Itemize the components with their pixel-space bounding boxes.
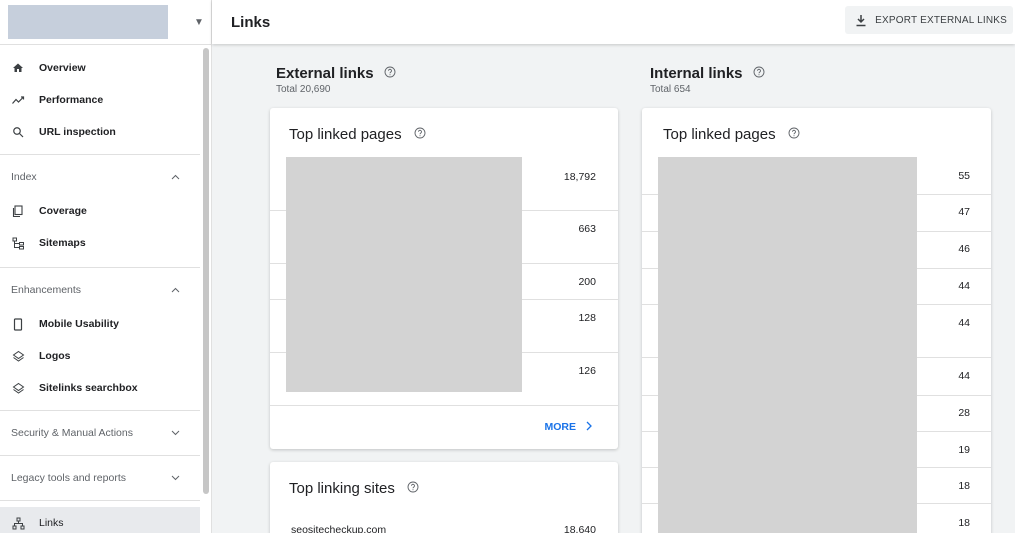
- sidebar: ▼ Overview Performance URL inspection In…: [0, 0, 212, 533]
- sidebar-item-performance[interactable]: Performance: [0, 84, 200, 116]
- link-count: 55: [958, 170, 970, 182]
- more-button[interactable]: MORE: [545, 419, 593, 434]
- property-selector[interactable]: ▼: [0, 0, 211, 45]
- sidebar-item-label: Links: [39, 517, 64, 529]
- export-label: EXPORT EXTERNAL LINKS: [875, 14, 1007, 26]
- help-icon[interactable]: [407, 480, 419, 497]
- section-security-toggle[interactable]: Security & Manual Actions: [0, 411, 200, 455]
- chevron-right-icon: [586, 419, 592, 434]
- phone-icon: [11, 317, 25, 331]
- link-count: 44: [958, 317, 970, 329]
- help-icon[interactable]: [753, 65, 765, 82]
- help-icon[interactable]: [414, 126, 426, 143]
- section-enhancements-toggle[interactable]: Enhancements: [0, 268, 200, 312]
- link-count: 18,792: [563, 171, 596, 183]
- link-count: 18: [958, 517, 970, 529]
- sidebar-scrollbar[interactable]: [203, 48, 209, 494]
- link-count: 28: [958, 407, 970, 419]
- sidebar-item-links[interactable]: Links: [0, 507, 200, 533]
- layers-icon: [11, 349, 25, 363]
- internal-links-title: Internal links: [650, 65, 743, 82]
- section-heading: Index: [11, 171, 37, 183]
- link-count: 44: [958, 280, 970, 292]
- section-heading: Enhancements: [11, 284, 82, 296]
- external-links-total: Total 20,690: [276, 84, 331, 95]
- export-external-links-button[interactable]: EXPORT EXTERNAL LINKS: [845, 6, 1013, 34]
- sidebar-item-label: URL inspection: [39, 126, 116, 138]
- link-count: 663: [578, 223, 596, 235]
- chevron-up-icon: [171, 171, 180, 183]
- top-bar: Links EXPORT EXTERNAL LINKS: [212, 0, 1015, 44]
- help-icon[interactable]: [788, 126, 800, 143]
- search-icon: [11, 125, 25, 139]
- sitemap-icon: [11, 236, 25, 250]
- table-row-divider: [270, 405, 618, 406]
- more-label: MORE: [544, 420, 577, 433]
- section-legacy-toggle[interactable]: Legacy tools and reports: [0, 456, 200, 500]
- card-title: Top linked pages: [663, 126, 776, 143]
- section-heading: Security & Manual Actions: [11, 427, 133, 439]
- internal-links-header: Internal links Total 654: [650, 65, 765, 95]
- external-top-linking-sites-card: Top linking sites seositecheckup.com 18,…: [270, 462, 618, 533]
- sidebar-item-label: Sitemaps: [39, 237, 86, 249]
- sidebar-item-url-inspection[interactable]: URL inspection: [0, 116, 200, 148]
- sidebar-item-overview[interactable]: Overview: [0, 52, 200, 84]
- link-count: 18,640: [563, 524, 596, 533]
- link-count: 128: [578, 312, 596, 324]
- layers-icon: [11, 381, 25, 395]
- help-icon[interactable]: [384, 65, 396, 82]
- link-count: 18: [958, 480, 970, 492]
- link-count: 126: [578, 365, 596, 377]
- sidebar-item-sitemaps[interactable]: Sitemaps: [0, 227, 200, 259]
- sidebar-item-label: Coverage: [39, 205, 87, 217]
- trend-icon: [11, 93, 25, 107]
- sidebar-item-coverage[interactable]: Coverage: [0, 195, 200, 227]
- chevron-down-icon: [171, 427, 180, 439]
- link-count: 200: [578, 276, 596, 288]
- caret-down-icon: ▼: [194, 16, 204, 28]
- links-icon: [11, 516, 25, 530]
- link-count: 47: [958, 206, 970, 218]
- sidebar-item-label: Performance: [39, 94, 104, 106]
- chevron-down-icon: [171, 472, 180, 484]
- section-index-toggle[interactable]: Index: [0, 155, 200, 199]
- sidebar-item-label: Logos: [39, 350, 71, 362]
- chevron-up-icon: [171, 284, 180, 296]
- sidebar-item-mobile-usability[interactable]: Mobile Usability: [0, 308, 200, 340]
- coverage-icon: [11, 204, 25, 218]
- card-title: Top linking sites: [289, 480, 395, 497]
- sidebar-item-label: Overview: [39, 62, 86, 74]
- linking-site-name[interactable]: seositecheckup.com: [291, 524, 386, 533]
- internal-links-total: Total 654: [650, 84, 691, 95]
- section-heading: Legacy tools and reports: [11, 472, 126, 484]
- download-icon: [856, 14, 866, 26]
- external-links-title: External links: [276, 65, 374, 82]
- sidebar-item-label: Mobile Usability: [39, 318, 119, 330]
- link-count: 19: [958, 444, 970, 456]
- card-title: Top linked pages: [289, 126, 402, 143]
- redacted-urls: [286, 157, 522, 392]
- external-top-linked-pages-card: Top linked pages 18,792 663 200 128 126 …: [270, 108, 618, 449]
- property-name-redacted: [8, 5, 168, 39]
- redacted-urls: [658, 157, 917, 533]
- sidebar-item-sitelinks-searchbox[interactable]: Sitelinks searchbox: [0, 372, 200, 404]
- page-title: Links: [231, 13, 271, 31]
- sidebar-item-logos[interactable]: Logos: [0, 340, 200, 372]
- link-count: 44: [958, 370, 970, 382]
- external-links-header: External links Total 20,690: [276, 65, 396, 95]
- link-count: 46: [958, 243, 970, 255]
- home-icon: [11, 61, 25, 75]
- internal-top-linked-pages-card: Top linked pages 55 47 46 44 44 44 28 19…: [642, 108, 991, 533]
- sidebar-item-label: Sitelinks searchbox: [39, 382, 138, 394]
